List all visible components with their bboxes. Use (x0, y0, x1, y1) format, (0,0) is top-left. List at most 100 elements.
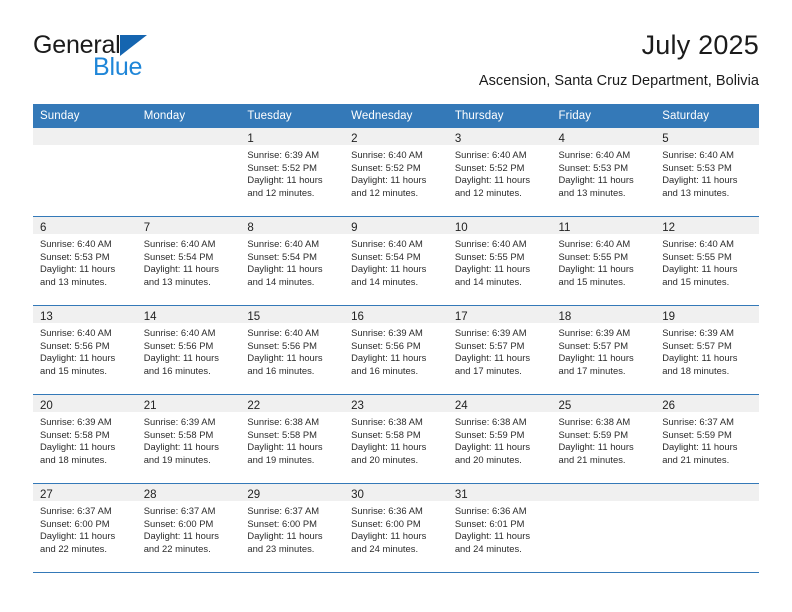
day-number-band: 8 (240, 217, 345, 234)
day-number: 30 (351, 489, 364, 501)
sunset-text: Sunset: 5:53 PM (558, 161, 629, 173)
calendar-day-cell[interactable]: 4 Sunrise: 6:40 AM Sunset: 5:53 PM Daylight… (551, 128, 656, 217)
day-number-band: 17 (447, 306, 552, 323)
day-number: 17 (454, 311, 468, 323)
calendar-day-cell[interactable]: 14 Sunrise: 6:40 AM Sunset: 5:56 PM Dayligh… (136, 305, 241, 395)
calendar-day-cell[interactable]: 13 Sunrise: 6:40 AM Sunset: 5:56 PM Dayligh… (33, 305, 137, 395)
day-details: Sunrise: 6:36 AM Sunset: 6:01 PM Daylight:… (448, 501, 552, 555)
calendar-grid: Sunday Monday Tuesday Wednesday Thursday… (33, 104, 759, 573)
day-details: Sunrise: 6:39 AM Sunset: 5:57 PM Daylight:… (448, 323, 552, 377)
day-number-band (136, 128, 241, 145)
calendar-day-cell[interactable]: 30 Sunrise: 6:36 AM Sunset: 6:00 PM Dayligh… (344, 483, 448, 573)
calendar-day-cell[interactable]: 16 Sunrise: 6:39 AM Sunset: 5:56 PM Dayligh… (344, 305, 448, 395)
day-number: 15 (247, 311, 261, 323)
sunrise-text: Sunrise: 6:38 AM (247, 416, 320, 427)
calendar-day-cell[interactable]: 19 Sunrise: 6:39 AM Sunset: 5:57 PM Dayligh… (655, 305, 759, 395)
day-number-band: 5 (655, 128, 759, 145)
calendar-day-cell[interactable]: 12 Sunrise: 6:40 AM Sunset: 5:55 PM Dayligh… (655, 216, 759, 306)
day-number-band (551, 484, 656, 501)
calendar-day-cell[interactable]: 26 Sunrise: 6:37 AM Sunset: 5:59 PM Dayligh… (655, 394, 759, 484)
day-number-band: 27 (33, 484, 137, 501)
calendar-day-cell[interactable]: 20 Sunrise: 6:39 AM Sunset: 5:58 PM Dayligh… (33, 394, 137, 484)
calendar-day-cell[interactable]: 10 Sunrise: 6:40 AM Sunset: 5:55 PM Dayligh… (447, 216, 552, 306)
sunset-text: Sunset: 5:55 PM (454, 250, 525, 262)
calendar-day-cell[interactable]: 6 Sunrise: 6:40 AM Sunset: 5:53 PM Daylight… (33, 216, 137, 306)
day-details: Sunrise: 6:40 AM Sunset: 5:56 PM Daylight:… (137, 323, 241, 377)
sunrise-text: Sunrise: 6:39 AM (143, 416, 216, 427)
daylight-text-line1: Daylight: 11 hours (351, 174, 427, 186)
calendar-day-cell[interactable]: 31 Sunrise: 6:36 AM Sunset: 6:01 PM Dayligh… (447, 483, 552, 573)
day-details: Sunrise: 6:39 AM Sunset: 5:56 PM Daylight:… (344, 323, 448, 377)
daylight-text-line2: and 12 minutes. (247, 186, 315, 198)
day-details: Sunrise: 6:36 AM Sunset: 6:00 PM Daylight:… (344, 501, 448, 555)
daylight-text-line2: and 13 minutes. (558, 186, 626, 198)
calendar-day-cell[interactable]: 5 Sunrise: 6:40 AM Sunset: 5:53 PM Daylight… (655, 128, 759, 217)
calendar-day-cell[interactable]: 2 Sunrise: 6:40 AM Sunset: 5:52 PM Daylight… (344, 128, 448, 217)
daylight-text-line2: and 22 minutes. (40, 542, 108, 554)
calendar-week-row: 6 Sunrise: 6:40 AM Sunset: 5:53 PM Daylight… (33, 216, 759, 306)
weekday-header-monday: Monday (136, 104, 241, 128)
day-number: 2 (351, 133, 358, 145)
weekday-header-sunday: Sunday (33, 104, 137, 128)
calendar-day-cell (136, 128, 241, 217)
day-number: 28 (143, 489, 157, 501)
daylight-text-line1: Daylight: 11 hours (143, 530, 219, 542)
sunrise-text: Sunrise: 6:40 AM (662, 238, 734, 249)
calendar-day-cell[interactable]: 22 Sunrise: 6:38 AM Sunset: 5:58 PM Dayligh… (240, 394, 345, 484)
calendar-day-cell[interactable]: 7 Sunrise: 6:40 AM Sunset: 5:54 PM Daylight… (136, 216, 241, 306)
sunrise-text: Sunrise: 6:37 AM (143, 505, 216, 516)
calendar-day-cell[interactable]: 29 Sunrise: 6:37 AM Sunset: 6:00 PM Dayligh… (240, 483, 345, 573)
day-details: Sunrise: 6:40 AM Sunset: 5:54 PM Daylight:… (137, 234, 241, 288)
day-details: Sunrise: 6:40 AM Sunset: 5:54 PM Daylight:… (344, 234, 448, 288)
day-number-band: 2 (344, 128, 448, 145)
weekday-header-thursday: Thursday (447, 104, 552, 128)
sunset-text: Sunset: 5:59 PM (662, 428, 732, 440)
day-details: Sunrise: 6:37 AM Sunset: 6:00 PM Daylight:… (240, 501, 344, 555)
calendar-day-cell[interactable]: 9 Sunrise: 6:40 AM Sunset: 5:54 PM Daylight… (344, 216, 448, 306)
daylight-text-line1: Daylight: 11 hours (40, 352, 116, 364)
daylight-text-line2: and 13 minutes. (143, 275, 211, 287)
daylight-text-line1: Daylight: 11 hours (454, 174, 531, 186)
daylight-text-line1: Daylight: 11 hours (558, 263, 634, 275)
sunset-text: Sunset: 6:01 PM (454, 517, 525, 529)
day-number-band: 11 (551, 217, 656, 234)
day-number-band: 31 (447, 484, 552, 501)
calendar-day-cell[interactable]: 17 Sunrise: 6:39 AM Sunset: 5:57 PM Dayligh… (447, 305, 552, 395)
daylight-text-line1: Daylight: 11 hours (143, 263, 219, 275)
sunrise-text: Sunrise: 6:39 AM (351, 327, 423, 338)
calendar-day-cell[interactable]: 15 Sunrise: 6:40 AM Sunset: 5:56 PM Dayligh… (240, 305, 345, 395)
calendar-day-cell[interactable]: 21 Sunrise: 6:39 AM Sunset: 5:58 PM Dayligh… (136, 394, 241, 484)
calendar-day-cell[interactable]: 1 Sunrise: 6:39 AM Sunset: 5:52 PM Daylight… (240, 128, 345, 217)
calendar-day-cell[interactable]: 23 Sunrise: 6:38 AM Sunset: 5:58 PM Dayligh… (344, 394, 448, 484)
calendar-header-row: Sunday Monday Tuesday Wednesday Thursday… (33, 104, 759, 128)
day-details: Sunrise: 6:40 AM Sunset: 5:55 PM Daylight:… (552, 234, 656, 288)
sunset-text: Sunset: 5:58 PM (351, 428, 421, 440)
day-number-band: 28 (136, 484, 241, 501)
sunset-text: Sunset: 5:56 PM (351, 339, 421, 351)
brand-logo[interactable]: General Blue (33, 32, 243, 88)
weekday-header-friday: Friday (551, 104, 656, 128)
calendar-day-cell[interactable]: 25 Sunrise: 6:38 AM Sunset: 5:59 PM Dayligh… (551, 394, 656, 484)
calendar-day-cell[interactable]: 3 Sunrise: 6:40 AM Sunset: 5:52 PM Daylight… (447, 128, 552, 217)
day-details: Sunrise: 6:40 AM Sunset: 5:53 PM Daylight:… (552, 145, 656, 199)
day-details: Sunrise: 6:40 AM Sunset: 5:55 PM Daylight:… (655, 234, 759, 288)
day-number-band: 30 (344, 484, 448, 501)
day-number-band: 10 (447, 217, 552, 234)
sunset-text: Sunset: 6:00 PM (351, 517, 421, 529)
day-number-band: 24 (447, 395, 552, 412)
calendar-day-cell[interactable]: 28 Sunrise: 6:37 AM Sunset: 6:00 PM Dayligh… (136, 483, 241, 573)
sunset-text: Sunset: 5:52 PM (247, 161, 318, 173)
sunset-text: Sunset: 5:55 PM (662, 250, 732, 262)
day-number: 5 (662, 133, 669, 145)
calendar-day-cell (655, 483, 759, 573)
daylight-text-line2: and 20 minutes. (454, 453, 522, 465)
calendar-day-cell[interactable]: 11 Sunrise: 6:40 AM Sunset: 5:55 PM Dayligh… (551, 216, 656, 306)
day-number-band: 26 (655, 395, 759, 412)
calendar-day-cell[interactable]: 8 Sunrise: 6:40 AM Sunset: 5:54 PM Daylight… (240, 216, 345, 306)
calendar-day-cell[interactable]: 27 Sunrise: 6:37 AM Sunset: 6:00 PM Dayligh… (33, 483, 137, 573)
sunset-text: Sunset: 6:00 PM (247, 517, 318, 529)
calendar-day-cell[interactable]: 24 Sunrise: 6:38 AM Sunset: 5:59 PM Dayligh… (447, 394, 552, 484)
calendar-day-cell[interactable]: 18 Sunrise: 6:39 AM Sunset: 5:57 PM Dayligh… (551, 305, 656, 395)
day-details: Sunrise: 6:39 AM Sunset: 5:57 PM Daylight:… (655, 323, 759, 377)
day-details: Sunrise: 6:40 AM Sunset: 5:54 PM Daylight:… (240, 234, 344, 288)
